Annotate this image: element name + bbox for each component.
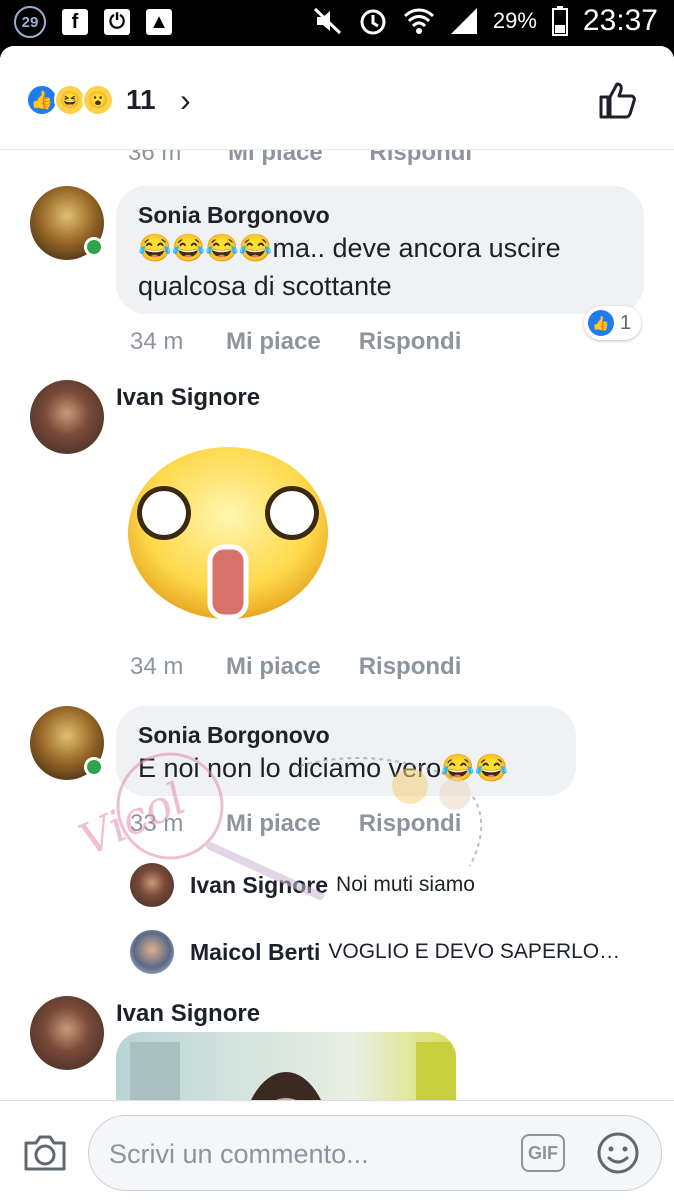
- comment-input-box[interactable]: GIF: [88, 1115, 662, 1191]
- avatar[interactable]: [30, 380, 104, 454]
- power-icon: ⏻: [104, 9, 130, 35]
- comment-time: 34 m: [130, 328, 184, 355]
- shocked-face-sticker: [128, 447, 328, 620]
- wifi-icon: [403, 8, 434, 34]
- reply-author[interactable]: Ivan Signore: [190, 872, 328, 899]
- signal-icon: [450, 8, 477, 34]
- comment-text: qualcosa di scottante: [138, 271, 392, 301]
- image-icon: ▲: [146, 9, 172, 35]
- reply-link[interactable]: Rispondi: [359, 653, 462, 681]
- online-indicator: [84, 757, 104, 777]
- comment-author[interactable]: Sonia Borgonovo: [138, 722, 554, 749]
- comments-panel: 👍 😆 😮 11 › 36 m Mi piace Rispondi Sonia …: [0, 46, 674, 1200]
- reaction-count: 11: [126, 84, 156, 115]
- reply-link[interactable]: Rispondi: [359, 810, 462, 838]
- mute-icon: [313, 7, 341, 35]
- alarm-icon: [360, 9, 386, 35]
- gif-button[interactable]: GIF: [521, 1134, 565, 1172]
- avatar[interactable]: [130, 930, 174, 974]
- status-right-icons: 29% 23:37: [313, 4, 658, 38]
- like-link[interactable]: Mi piace: [226, 653, 321, 681]
- comment-author[interactable]: Ivan Signore: [116, 384, 260, 412]
- clock: 23:37: [582, 4, 658, 37]
- comment-time: 33 m: [130, 810, 184, 837]
- online-indicator: [84, 237, 104, 257]
- comment-meta: 33 m Mi piace Rispondi: [130, 810, 499, 838]
- avatar[interactable]: [30, 996, 104, 1070]
- like-link[interactable]: Mi piace: [226, 328, 321, 356]
- like-button[interactable]: [598, 80, 638, 120]
- comment-reaction-badge[interactable]: 👍 1: [584, 306, 642, 340]
- reply-item[interactable]: Ivan Signore Noi muti siamo: [130, 863, 475, 907]
- comment-input[interactable]: [109, 1134, 509, 1174]
- chevron-right-icon[interactable]: ›: [180, 82, 191, 119]
- reply-author[interactable]: Maicol Berti: [190, 939, 320, 966]
- comment-bubble[interactable]: Sonia Borgonovo 😂😂😂😂ma.. deve ancora usc…: [116, 186, 644, 314]
- comment-bubble[interactable]: Sonia Borgonovo E noi non lo diciamo ver…: [116, 706, 576, 796]
- comment-composer: GIF: [0, 1100, 674, 1200]
- comment-like-count: 1: [620, 311, 632, 334]
- reply-text: VOGLIO E DEVO SAPERLO…: [328, 940, 621, 963]
- battery-icon: [551, 6, 568, 36]
- status-bar: 29 f ⏻ ▲ 29% 23:37: [0, 0, 674, 46]
- facebook-icon: f: [62, 9, 88, 35]
- reactions-header[interactable]: 👍 😆 😮 11 ›: [0, 46, 674, 150]
- notification-count-icon: 29: [14, 6, 46, 38]
- reply-link[interactable]: Rispondi: [359, 328, 462, 356]
- comment-text: 😂😂😂😂ma.. deve ancora uscire: [138, 233, 561, 263]
- comment-author[interactable]: Ivan Signore: [116, 1000, 260, 1028]
- status-left-icons: 29 f ⏻ ▲: [14, 6, 172, 38]
- reply-text: Noi muti siamo: [336, 873, 475, 896]
- comment-meta: 34 m Mi piace Rispondi: [130, 653, 499, 681]
- battery-percent: 29%: [492, 8, 537, 33]
- emoji-icon[interactable]: [595, 1130, 641, 1176]
- comment-time: 34 m: [130, 653, 184, 680]
- wow-icon: 😮: [82, 84, 114, 116]
- camera-icon[interactable]: [22, 1133, 68, 1173]
- avatar[interactable]: [130, 863, 174, 907]
- like-link[interactable]: Mi piace: [226, 810, 321, 838]
- like-icon: 👍: [588, 310, 614, 336]
- comment-meta: 34 m Mi piace Rispondi: [130, 328, 499, 356]
- comment-author[interactable]: Sonia Borgonovo: [138, 202, 622, 229]
- comment-text: E noi non lo diciamo vero😂😂: [138, 753, 509, 783]
- reaction-icons: 👍 😆 😮: [26, 84, 114, 116]
- reply-item[interactable]: Maicol Berti VOGLIO E DEVO SAPERLO…: [130, 930, 620, 974]
